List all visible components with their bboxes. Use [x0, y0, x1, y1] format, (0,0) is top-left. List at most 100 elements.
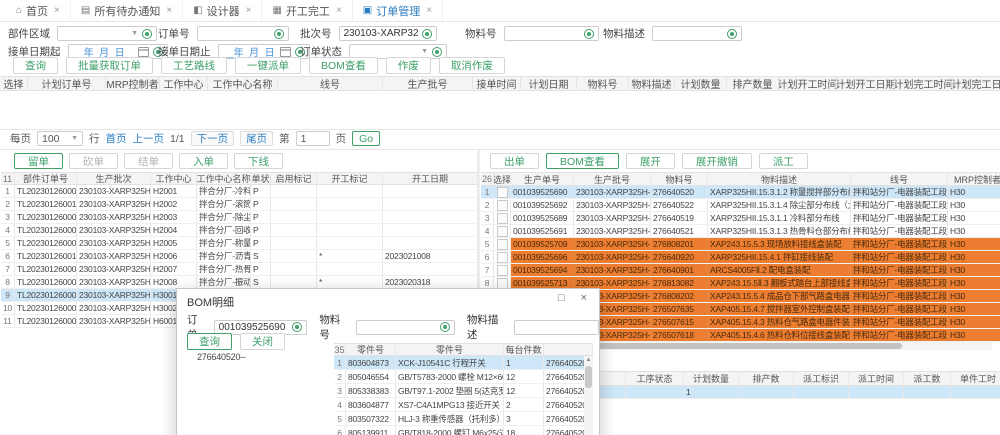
modal-material-input[interactable] — [356, 320, 455, 335]
clear-icon[interactable] — [432, 47, 442, 57]
table-row[interactable]: 4 TL202301260003 230103-XARP325H-1/3 H20… — [1, 224, 478, 237]
vertical-scrollbar[interactable]: ▲ — [584, 356, 593, 435]
left-action-button[interactable]: 结单 — [124, 153, 173, 169]
row-checkbox[interactable] — [497, 252, 508, 263]
maximize-icon[interactable]: □ — [558, 292, 565, 304]
tab-close-icon[interactable]: × — [166, 5, 172, 16]
toolbar-button[interactable]: 工艺路线 — [161, 57, 227, 74]
prev-page-link[interactable]: 上一页 — [133, 131, 165, 146]
row-checkbox[interactable] — [497, 187, 508, 198]
modal-material-desc-input[interactable] — [514, 320, 599, 335]
table-row[interactable]: 6 TL202301260011 230103-XARP325H-1/3 H20… — [1, 250, 478, 263]
table-row[interactable]: 2 TL202301260010 230103-XARP325H-1/3 H20… — [1, 198, 478, 211]
toolbar-button[interactable]: 批量获取订单 — [66, 57, 153, 74]
next-page-button[interactable]: 下一页 — [191, 131, 235, 146]
toolbar-button[interactable]: BOM查看 — [309, 57, 378, 74]
table-row[interactable]: 5 001039525709 230103-XARP325H-1/3 27680… — [481, 238, 1000, 251]
first-page-link[interactable]: 首页 — [106, 131, 127, 146]
modal-close-button[interactable]: 关闭 — [240, 333, 285, 350]
page-number-input[interactable]: 1 — [296, 131, 330, 146]
right-action-button[interactable]: 派工 — [759, 153, 808, 169]
row-checkbox[interactable] — [497, 226, 508, 237]
bom-tree-node[interactable]: 276640520-- — [197, 352, 246, 362]
table-row[interactable]: 3 001039525689 230103-XARP325H-1/3 27664… — [481, 212, 1000, 225]
right-action-button[interactable]: BOM查看 — [546, 153, 619, 169]
toolbar-button[interactable]: 作废 — [386, 57, 431, 74]
column-header: 物料号 — [651, 173, 708, 185]
last-page-button[interactable]: 尾页 — [240, 131, 273, 146]
clear-icon[interactable] — [440, 322, 450, 332]
table-row[interactable]: 5 TL202301260006 230103-XARP325H-1/3 H20… — [1, 237, 478, 250]
calendar-icon[interactable] — [280, 47, 291, 57]
nav-tab[interactable]: ▦ 开工完工 × — [262, 0, 352, 21]
clear-icon[interactable] — [292, 322, 302, 332]
table-row[interactable]: 7 001039525694 230103-XARP325H-1/3 27664… — [481, 264, 1000, 277]
cell-work-center: H2007 — [151, 263, 197, 275]
plan-column-header: 线号 — [278, 77, 383, 90]
left-action-button[interactable]: 入单 — [179, 153, 228, 169]
cell-row-no: 10 — [1, 302, 15, 314]
go-button[interactable]: Go — [352, 131, 380, 146]
scrollbar-thumb[interactable] — [585, 366, 592, 388]
left-action-button[interactable]: 砍单 — [69, 153, 118, 169]
clear-icon[interactable] — [584, 29, 594, 39]
cell-material-no: 276640521 — [651, 225, 708, 237]
row-checkbox[interactable] — [497, 213, 508, 224]
material-desc-input[interactable] — [652, 26, 742, 41]
batch-no-input[interactable]: 230103-XARP325H-1/3 — [339, 26, 437, 41]
cell-enable-flag — [271, 237, 317, 249]
left-action-button[interactable]: 留单 — [14, 153, 63, 169]
tab-close-icon[interactable]: × — [426, 5, 432, 16]
order-no-input[interactable] — [197, 26, 289, 41]
right-action-button[interactable]: 出单 — [490, 153, 539, 169]
nav-tab[interactable]: ⌂ 首页 × — [6, 0, 71, 21]
calendar-icon[interactable] — [138, 47, 149, 57]
table-row[interactable]: 6 805139911 GB/T818-2000 螺钉 M6x25(达克罗) 1… — [334, 426, 593, 435]
table-row[interactable]: 3 TL202301260001 230103-XARP325H-1/3 H20… — [1, 211, 478, 224]
clear-icon[interactable] — [142, 29, 152, 39]
left-action-button[interactable]: 下线 — [234, 153, 283, 169]
table-row[interactable]: 5 803507322 HLJ-3 称重传感器（托利多） 3 276640520 — [334, 412, 593, 426]
right-action-button[interactable]: 展开撤销 — [682, 153, 752, 169]
tab-label: 所有待办通知 — [94, 3, 160, 19]
material-no-input[interactable] — [504, 26, 599, 41]
chevron-down-icon[interactable]: ▼ — [421, 48, 428, 55]
tab-close-icon[interactable]: × — [336, 5, 342, 16]
area-select[interactable]: ▼ — [57, 26, 157, 41]
scroll-up-icon[interactable]: ▲ — [586, 356, 592, 365]
chevron-down-icon[interactable]: ▼ — [131, 30, 138, 37]
clear-icon[interactable] — [274, 29, 284, 39]
table-row[interactable]: 3 805338383 GB/T97.1-2002 垫圈 5(达克罗) 12 2… — [334, 384, 593, 398]
table-row[interactable]: 1 803604873 XCK-J10541C 行程开关 1 276640520 — [334, 356, 593, 370]
table-row[interactable]: 4 803604877 XS7-C4A1MPG13 接近开关 2 2766405… — [334, 398, 593, 412]
table-row[interactable]: 1 TL202301260005 230103-XARP325H-1/3 H20… — [1, 185, 478, 198]
nav-tab[interactable]: ▣ 订单管理 × — [353, 0, 443, 21]
row-checkbox[interactable] — [497, 239, 508, 250]
nav-tab[interactable]: ▤ 所有待办通知 × — [71, 0, 183, 21]
close-icon[interactable]: × — [581, 292, 587, 304]
toolbar-button[interactable]: 一键派单 — [235, 57, 301, 74]
row-checkbox[interactable] — [497, 265, 508, 276]
table-row[interactable]: 6 001039525696 230103-XARP325H-1/3 27664… — [481, 251, 1000, 264]
plan-column-header: 选择 — [0, 77, 28, 90]
toolbar-button[interactable]: 取消作废 — [439, 57, 505, 74]
tab-close-icon[interactable]: × — [54, 5, 60, 16]
clear-icon[interactable] — [422, 29, 432, 39]
table-row[interactable]: 2 805046554 GB/T5783-2000 螺栓 M12×60(达克罗)… — [334, 370, 593, 384]
table-row[interactable]: 4 001039525691 230103-XARP325H-1/3 27664… — [481, 225, 1000, 238]
table-row[interactable]: 2 001039525692 230103-XARP325H-1/3 27664… — [481, 199, 1000, 212]
toolbar-button[interactable]: 查询 — [13, 57, 58, 74]
clear-icon[interactable] — [727, 29, 737, 39]
row-checkbox[interactable] — [497, 278, 508, 289]
cell-order-status: P — [251, 237, 271, 249]
right-action-button[interactable]: 展开 — [626, 153, 675, 169]
table-row[interactable]: 7 TL202301260004 230103-XARP325H-1/3 H20… — [1, 263, 478, 276]
row-checkbox[interactable] — [497, 200, 508, 211]
tab-close-icon[interactable]: × — [246, 5, 252, 16]
column-header: 生产批号 — [574, 173, 651, 185]
filter-material: 物料号 — [465, 26, 599, 41]
per-page-select[interactable]: 100 ▼ — [37, 131, 83, 146]
modal-query-button[interactable]: 查询 — [187, 333, 232, 350]
nav-tab[interactable]: ◧ 设计器 × — [183, 0, 262, 21]
table-row[interactable]: 1 001039525690 230103-XARP325H-1/3 27664… — [481, 186, 1000, 199]
